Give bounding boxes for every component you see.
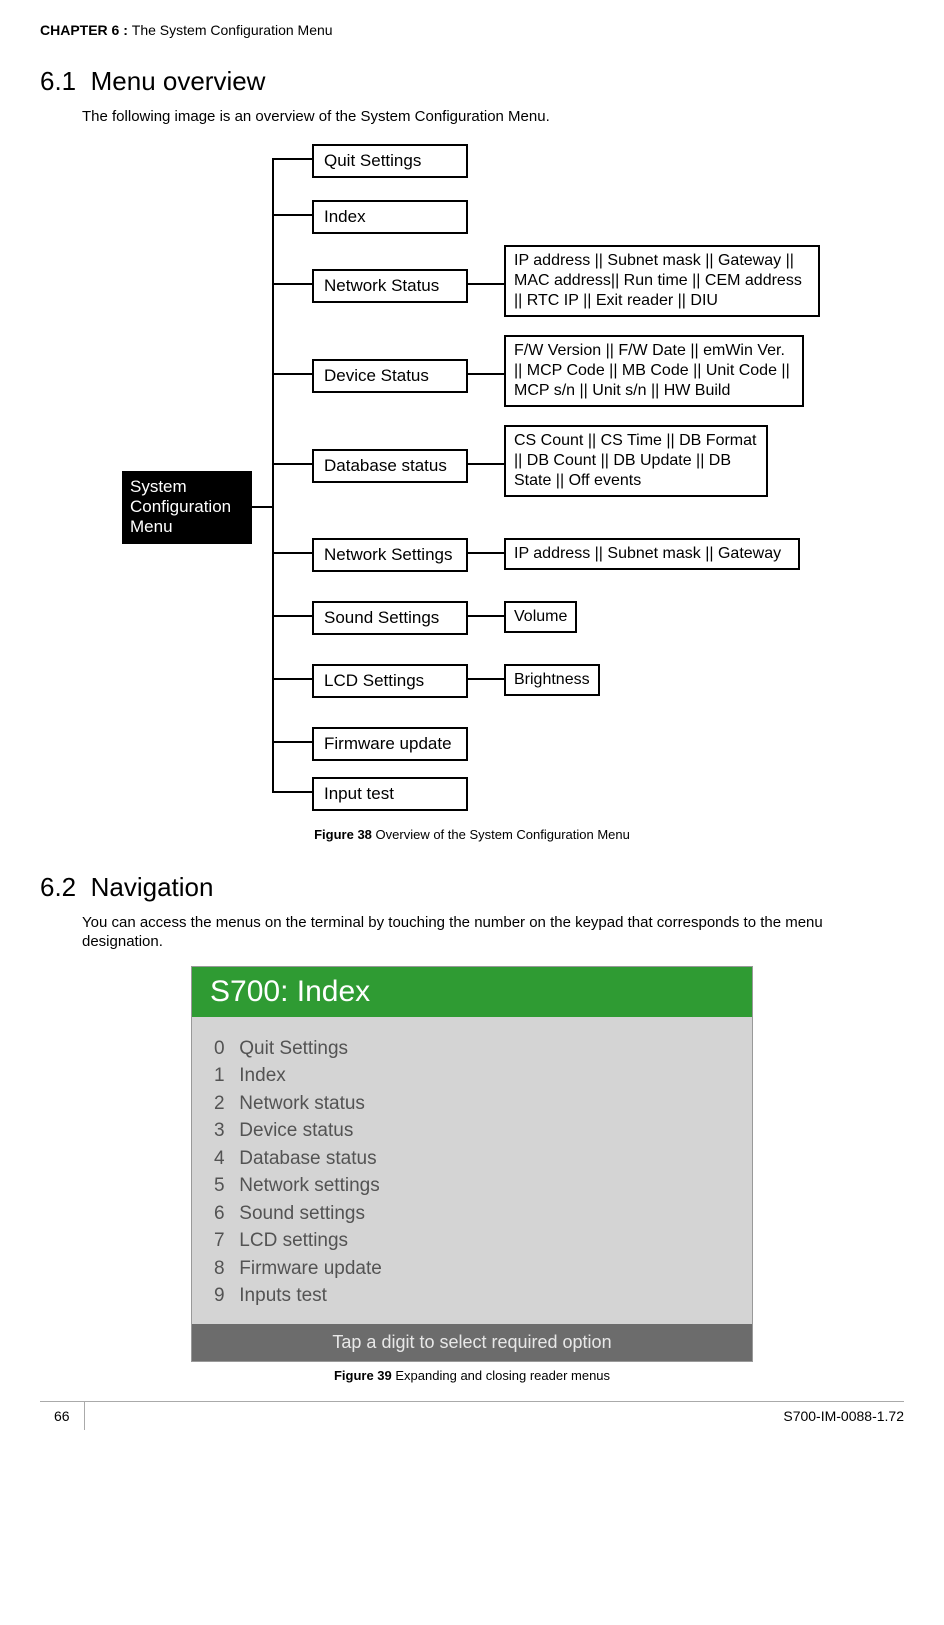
- diagram-node-quit: Quit Settings: [312, 144, 468, 178]
- diagram-line: [272, 791, 312, 793]
- diagram-line: [272, 615, 312, 617]
- diagram-node-firmware-update: Firmware update: [312, 727, 468, 761]
- diagram-line: [272, 741, 312, 743]
- diagram-line: [272, 463, 312, 465]
- diagram-root: System Configuration Menu: [122, 471, 252, 544]
- terminal-item-4: 4 Database status: [214, 1145, 730, 1173]
- section-6-1-heading: 6.1 Menu overview: [40, 66, 904, 97]
- terminal-title: S700: Index: [192, 967, 752, 1017]
- terminal-item-2: 2 Network status: [214, 1090, 730, 1118]
- diagram-node-device-status: Device Status: [312, 359, 468, 393]
- section-title: Menu overview: [91, 66, 266, 96]
- diagram-node-index: Index: [312, 200, 468, 234]
- diagram-node-sound-settings: Sound Settings: [312, 601, 468, 635]
- figure-desc: Expanding and closing reader menus: [395, 1368, 610, 1383]
- diagram-line: [468, 463, 504, 465]
- terminal-item-8: 8 Firmware update: [214, 1255, 730, 1283]
- document-number: S700-IM-0088-1.72: [769, 1402, 904, 1430]
- diagram-line: [272, 214, 312, 216]
- diagram-line: [468, 283, 504, 285]
- diagram-line: [272, 678, 312, 680]
- diagram-detail-network-status: IP address || Subnet mask || Gateway || …: [504, 245, 820, 317]
- figure-38-caption: Figure 38 Overview of the System Configu…: [40, 827, 904, 842]
- diagram-line: [468, 373, 504, 375]
- section-6-1-body: The following image is an overview of th…: [82, 107, 904, 127]
- diagram-detail-lcd-settings: Brightness: [504, 664, 600, 696]
- diagram-detail-database-status: CS Count || CS Time || DB Format || DB C…: [504, 425, 768, 497]
- figure-39-caption: Figure 39 Expanding and closing reader m…: [40, 1368, 904, 1383]
- terminal-item-1: 1 Index: [214, 1062, 730, 1090]
- diagram-detail-device-status: F/W Version || F/W Date || emWin Ver. ||…: [504, 335, 804, 407]
- chapter-title: The System Configuration Menu: [132, 22, 333, 38]
- diagram-node-input-test: Input test: [312, 777, 468, 811]
- diagram-line: [252, 506, 272, 508]
- terminal-screenshot: S700: Index 0 Quit Settings 1 Index 2 Ne…: [191, 966, 753, 1362]
- diagram-line: [468, 615, 504, 617]
- figure-38-diagram: System Configuration Menu Quit Settings …: [122, 141, 822, 821]
- terminal-item-6: 6 Sound settings: [214, 1200, 730, 1228]
- diagram-node-network-settings: Network Settings: [312, 538, 468, 572]
- diagram-line: [272, 158, 312, 160]
- diagram-detail-network-settings: IP address || Subnet mask || Gateway: [504, 538, 800, 570]
- diagram-node-database-status: Database status: [312, 449, 468, 483]
- terminal-footer: Tap a digit to select required option: [192, 1324, 752, 1361]
- chapter-label: CHAPTER 6 :: [40, 22, 132, 38]
- diagram-detail-sound-settings: Volume: [504, 601, 577, 633]
- chapter-header: CHAPTER 6 : The System Configuration Men…: [40, 22, 904, 38]
- page-footer: 66 S700-IM-0088-1.72: [40, 1401, 904, 1430]
- diagram-line: [272, 373, 312, 375]
- terminal-body: 0 Quit Settings 1 Index 2 Network status…: [192, 1017, 752, 1324]
- section-number: 6.1: [40, 66, 76, 96]
- diagram-line: [468, 552, 504, 554]
- page-number: 66: [40, 1402, 85, 1430]
- terminal-item-9: 9 Inputs test: [214, 1282, 730, 1310]
- section-number: 6.2: [40, 872, 76, 902]
- figure-label: Figure 39: [334, 1368, 395, 1383]
- diagram-line: [272, 283, 312, 285]
- section-title: Navigation: [91, 872, 214, 902]
- figure-label: Figure 38: [314, 827, 375, 842]
- section-6-2-heading: 6.2 Navigation: [40, 872, 904, 903]
- diagram-node-network-status: Network Status: [312, 269, 468, 303]
- figure-desc: Overview of the System Configuration Men…: [376, 827, 630, 842]
- section-6-2-body: You can access the menus on the terminal…: [82, 913, 904, 952]
- diagram-line: [468, 678, 504, 680]
- terminal-item-5: 5 Network settings: [214, 1172, 730, 1200]
- diagram-node-lcd-settings: LCD Settings: [312, 664, 468, 698]
- terminal-item-0: 0 Quit Settings: [214, 1035, 730, 1063]
- diagram-line: [272, 158, 274, 791]
- terminal-item-3: 3 Device status: [214, 1117, 730, 1145]
- terminal-item-7: 7 LCD settings: [214, 1227, 730, 1255]
- diagram-line: [272, 552, 312, 554]
